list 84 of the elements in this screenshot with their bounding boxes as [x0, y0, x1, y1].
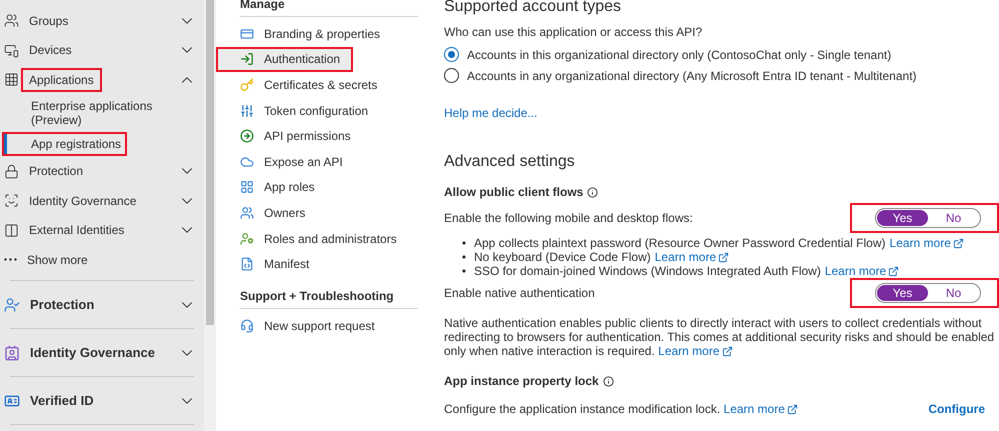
external-link-icon: [722, 346, 733, 356]
learn-more-link[interactable]: Learn more: [890, 236, 964, 250]
nav-section[interactable]: Identity Governance: [30, 345, 168, 360]
description-text: Native authentication enables public clients to directly interact with users to collect credentials without redirecting to browsers for authentication. This comes at additional security risks and should be enabled only when native interaction is required. Learn more: [444, 316, 996, 358]
bullet: •: [460, 250, 468, 264]
nav-item[interactable]: Devices: [23, 40, 78, 60]
flow-item: SSO for domain-joined Windows (Windows Integrated Auth Flow): [474, 264, 821, 278]
menu-item[interactable]: Authentication: [216, 46, 353, 72]
flow-item: No keyboard (Device Code Flow): [474, 250, 651, 264]
external-link-icon: [952, 238, 964, 248]
setting-title: Allow public client flows: [444, 185, 584, 199]
users-icon: [4, 13, 19, 28]
sign-in-icon: [240, 52, 254, 66]
nav-item[interactable]: Protection: [23, 161, 90, 182]
configure-button[interactable]: Configure: [928, 402, 999, 416]
grid-icon: [4, 72, 19, 88]
nav-section[interactable]: Verified ID: [30, 393, 168, 408]
menu-item[interactable]: Owners: [216, 200, 428, 226]
person-icon: [4, 344, 20, 361]
key-icon: [240, 78, 254, 92]
external-link-icon: [718, 252, 730, 262]
external-link-icon: [888, 266, 900, 276]
nav-item[interactable]: Groups: [23, 10, 74, 31]
radio-label: Accounts in this organizational directory only (ContosoChat only - Single tenant): [467, 48, 892, 62]
learn-more-link[interactable]: Learn more: [654, 250, 730, 264]
columns-icon: [4, 222, 19, 238]
radio-button[interactable]: [444, 47, 459, 62]
learn-more-link[interactable]: Learn more: [724, 402, 798, 416]
menu-item[interactable]: Branding & properties: [216, 21, 428, 47]
menu-item[interactable]: Token configuration: [216, 98, 428, 124]
menu-item[interactable]: Certificates & secrets: [216, 72, 428, 98]
learn-more-link[interactable]: Learn more: [658, 344, 733, 358]
user-cog-icon: [240, 232, 254, 246]
users-icon: [240, 206, 254, 220]
sliders-icon: [240, 104, 254, 118]
user-check-icon: [4, 296, 20, 313]
info-icon[interactable]: [587, 186, 598, 198]
headset-icon: [240, 318, 254, 333]
yes-no-toggle[interactable]: Yes No: [875, 208, 981, 228]
menu-item[interactable]: New support request: [216, 312, 428, 339]
help-link[interactable]: Help me decide...: [444, 106, 538, 120]
grid-icon: [240, 180, 254, 194]
nav-item[interactable]: Show more: [21, 250, 94, 270]
face-icon: [4, 193, 19, 208]
setting-title: App instance property lock: [444, 374, 599, 388]
external-link-icon: [786, 404, 798, 414]
setting-label: Enable the following mobile and desktop flows:: [444, 211, 693, 225]
toggle-option[interactable]: No: [928, 285, 979, 301]
learn-more-link[interactable]: Learn more: [824, 264, 900, 278]
nav-item[interactable]: Applications: [23, 70, 100, 90]
toggle-option[interactable]: No: [928, 210, 979, 226]
info-icon[interactable]: [602, 376, 614, 386]
section-heading: Advanced settings: [444, 153, 576, 171]
radio-label: Accounts in any organizational directory (Any Microsoft Entra ID tenant - Multitenant): [467, 68, 917, 82]
lock-icon: [4, 164, 19, 179]
nav-section[interactable]: Protection: [30, 297, 168, 312]
menu-section-title: Support + Troubleshooting: [240, 288, 418, 309]
menu-item[interactable]: Manifest: [216, 251, 428, 277]
radio-button[interactable]: [444, 68, 459, 83]
menu-item[interactable]: Roles and administrators: [216, 226, 428, 252]
menu-item[interactable]: Expose an API: [216, 148, 428, 175]
devices-icon: [4, 42, 19, 58]
document-icon: [240, 257, 254, 272]
nav-item[interactable]: Identity Governance: [23, 190, 142, 211]
more-icon: [4, 258, 17, 262]
toggle-option[interactable]: Yes: [877, 210, 928, 226]
toggle-option[interactable]: Yes: [877, 285, 928, 301]
question-text: Who can use this application or access this API?: [444, 24, 704, 40]
bullet: •: [460, 264, 468, 278]
menu-item[interactable]: App roles: [216, 174, 428, 200]
bullet: •: [460, 236, 468, 250]
setting-label: Enable native authentication: [444, 286, 595, 300]
card-icon: [240, 26, 254, 41]
nav-subitem[interactable]: App registrations: [4, 134, 126, 154]
nav-subitem[interactable]: Enterprise applications (Preview): [4, 96, 165, 130]
menu-item[interactable]: API permissions: [216, 123, 428, 149]
description-text: Configure the application instance modification lock. Learn more: [444, 402, 798, 416]
cloud-icon: [240, 154, 254, 169]
nav-item[interactable]: External Identities: [23, 220, 130, 240]
id-card-icon: [4, 392, 20, 409]
scrollbar[interactable]: [204, 0, 216, 431]
yes-no-toggle[interactable]: Yes No: [875, 283, 981, 303]
flow-item: App collects plaintext password (Resource Owner Password Credential Flow): [474, 236, 886, 250]
menu-section-title: Manage: [240, 0, 418, 17]
